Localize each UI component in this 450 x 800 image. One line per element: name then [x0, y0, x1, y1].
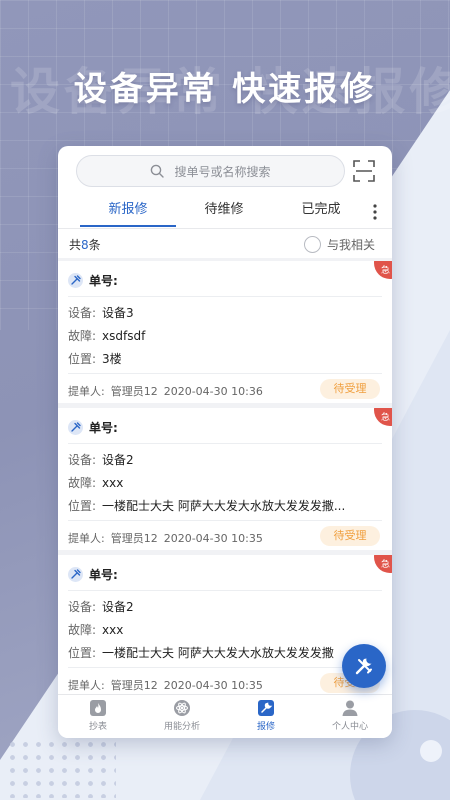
search-bar: 搜单号或名称搜索	[58, 146, 392, 196]
urgent-label: 急	[380, 560, 390, 570]
tab-bar: 新报修 待维修 已完成	[58, 198, 392, 228]
nav-repair[interactable]: 报修	[226, 699, 306, 737]
order-number-row: 单号:	[68, 564, 118, 584]
tools-icon	[68, 272, 83, 288]
card-divider	[68, 590, 382, 591]
list-summary: 共8条 与我相关	[58, 230, 392, 258]
related-label: 与我相关	[327, 237, 376, 252]
fault-field: 故障: xxx	[68, 623, 124, 637]
status-badge: 待受理	[320, 379, 380, 399]
card-divider	[68, 443, 382, 444]
more-vertical-icon[interactable]	[370, 203, 380, 221]
urgent-label: 急	[380, 413, 390, 423]
nav-label: 抄表	[88, 722, 107, 732]
repair-order-card[interactable]: 急 单号: 设备: 设备3 故障: xsdfsdf 位置: 3楼 提单人: 管理员12 2…	[58, 261, 392, 403]
location-field: 位置: 一楼配士大夫 阿萨大大发大水放大发发发撒	[68, 646, 334, 660]
background-mascot-eye	[420, 740, 442, 762]
tab-pending-repair[interactable]: 待维修	[176, 198, 272, 228]
search-placeholder: 搜单号或名称搜索	[174, 164, 271, 179]
tools-icon	[68, 566, 83, 582]
promo-headline: 设备异常 快速报修	[73, 69, 377, 108]
wrench-icon	[258, 700, 274, 716]
order-number-label: 单号:	[89, 567, 118, 582]
card-divider	[68, 520, 382, 521]
submitter-info: 提单人: 管理员12 2020-04-30 10:35	[68, 679, 263, 692]
nav-profile[interactable]: 个人中心	[310, 699, 390, 737]
order-number-row: 单号:	[68, 270, 118, 290]
nav-energy-analysis[interactable]: 用能分析	[142, 699, 222, 737]
status-badge: 待受理	[320, 526, 380, 546]
nav-label: 个人中心	[331, 722, 368, 732]
create-repair-fab[interactable]	[342, 644, 386, 688]
search-input[interactable]: 搜单号或名称搜索	[76, 155, 345, 187]
total-count: 共8条	[69, 238, 101, 252]
background-dots	[6, 738, 116, 798]
order-number-label: 单号:	[89, 420, 118, 435]
card-divider	[68, 373, 382, 374]
device-field: 设备: 设备2	[68, 453, 134, 467]
atom-icon	[174, 700, 190, 716]
active-tab-indicator	[80, 225, 176, 227]
card-divider	[68, 296, 382, 297]
nav-meter-reading[interactable]: 抄表	[58, 699, 138, 737]
location-field: 位置: 3楼	[68, 352, 122, 366]
nav-label: 报修	[256, 722, 275, 732]
location-field: 位置: 一楼配士大夫 阿萨大大发大水放大发发发撒...	[68, 499, 346, 513]
search-icon	[151, 164, 165, 178]
fault-field: 故障: xxx	[68, 476, 124, 490]
bottom-navigation: 抄表 用能分析 报修 个人中心	[58, 694, 392, 738]
user-icon	[342, 700, 358, 716]
card-divider	[68, 667, 382, 668]
related-to-me-filter[interactable]: 与我相关	[304, 234, 375, 254]
device-field: 设备: 设备2	[68, 600, 134, 614]
fire-icon	[90, 700, 106, 716]
tabs-divider	[58, 228, 392, 229]
submitter-info: 提单人: 管理员12 2020-04-30 10:36	[68, 385, 263, 398]
repair-order-list: 急 单号: 设备: 设备3 故障: xsdfsdf 位置: 3楼 提单人: 管理员12 2…	[58, 258, 392, 694]
tools-icon	[68, 419, 83, 435]
tools-icon	[355, 658, 372, 675]
related-radio[interactable]	[304, 235, 321, 253]
nav-label: 用能分析	[163, 722, 200, 732]
order-number-row: 单号:	[68, 417, 118, 437]
tab-new-repair[interactable]: 新报修	[80, 198, 176, 228]
urgent-label: 急	[380, 266, 390, 276]
fault-field: 故障: xsdfsdf	[68, 329, 146, 343]
app-screen: 搜单号或名称搜索 新报修 待维修 已完成 共8条 与我相关 急 单号: 设备: …	[58, 146, 392, 738]
repair-order-card[interactable]: 急 单号: 设备: 设备2 故障: xxx 位置: 一楼配士大夫 阿萨大大发大水放大发…	[58, 408, 392, 550]
repair-order-card[interactable]: 急 单号: 设备: 设备2 故障: xxx 位置: 一楼配士大夫 阿萨大大发大水放大发…	[58, 555, 392, 694]
scan-icon[interactable]	[352, 159, 376, 183]
order-number-label: 单号:	[89, 273, 118, 288]
submitter-info: 提单人: 管理员12 2020-04-30 10:35	[68, 532, 263, 545]
device-field: 设备: 设备3	[68, 306, 134, 320]
tab-completed[interactable]: 已完成	[272, 198, 370, 228]
